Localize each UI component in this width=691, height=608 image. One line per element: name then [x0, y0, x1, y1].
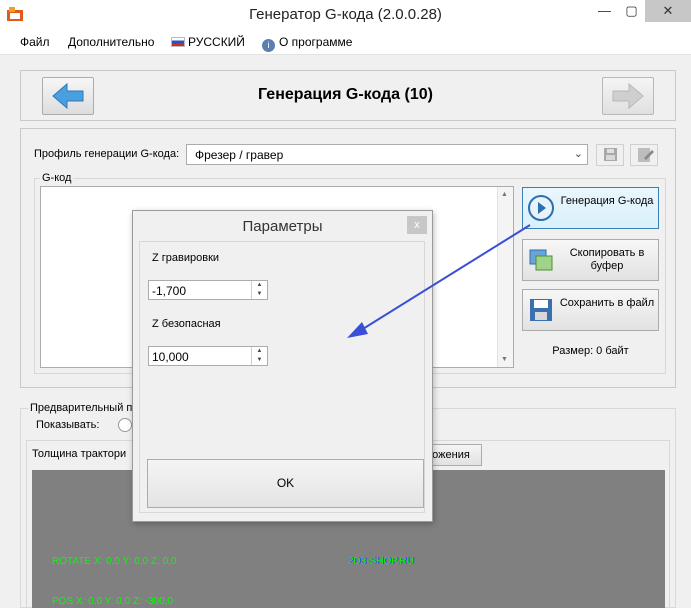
- profile-select[interactable]: Фрезер / гравер ⌄: [186, 144, 588, 165]
- minimize-button[interactable]: —: [590, 0, 619, 22]
- ok-button[interactable]: OK: [147, 459, 424, 508]
- z-safe-input[interactable]: 10,000 ▲ ▼: [148, 346, 268, 366]
- title-bar: Генератор G-кода (2.0.0.28) — ▢ ✕: [0, 0, 691, 30]
- russian-flag-icon: [171, 37, 185, 47]
- rotate-readout: ROTATE X: 0,0 Y: 0,0 Z: 0,0: [52, 556, 177, 567]
- scroll-up-icon: ▲: [501, 191, 508, 198]
- parameters-dialog: Параметры x Z гравировки -1,700 ▲ ▼ Z без…: [132, 210, 433, 522]
- spin-down-icon[interactable]: ▼: [252, 356, 267, 365]
- dialog-title: Параметры: [242, 218, 323, 235]
- z-safe-label: Z безопасная: [152, 318, 221, 330]
- generate-button[interactable]: Генерация G-кода: [522, 187, 659, 229]
- save-label: Сохранить в файл: [559, 297, 655, 309]
- pos-readout: POS X: 0,0 Y: 0,0 Z: -300,0: [52, 596, 173, 607]
- copy-label: Скопировать в буфер: [569, 247, 645, 272]
- z-engrave-label: Z гравировки: [152, 252, 220, 264]
- play-icon: [527, 194, 555, 222]
- copy-button[interactable]: Скопировать в буфер: [522, 239, 659, 281]
- generate-label: Генерация G-кода: [560, 195, 654, 207]
- z-safe-value: 10,000: [152, 350, 189, 364]
- center-watermark: 2D3-SHOP.RU: [348, 556, 414, 567]
- save-button[interactable]: Сохранить в файл: [522, 289, 659, 331]
- language-label: РУССКИЙ: [188, 35, 245, 49]
- profile-edit-button[interactable]: [630, 144, 658, 166]
- profile-selected: Фрезер / гравер: [195, 148, 284, 162]
- menu-about[interactable]: i О программе: [262, 35, 352, 52]
- spin-down-icon[interactable]: ▼: [252, 290, 267, 299]
- show-label: Показывать:: [36, 419, 100, 431]
- menu-bar: Файл Дополнительно РУССКИЙ i О программе: [0, 30, 691, 55]
- page-title: Генерация G-кода (10): [258, 86, 433, 103]
- window-title: Генератор G-кода (2.0.0.28): [249, 6, 442, 23]
- z-engrave-input[interactable]: -1,700 ▲ ▼: [148, 280, 268, 300]
- disk-icon: [604, 148, 617, 161]
- scroll-down-icon: ▼: [501, 356, 508, 363]
- gcode-group-label: G-код: [40, 172, 74, 184]
- close-button[interactable]: ✕: [645, 0, 691, 22]
- menu-file[interactable]: Файл: [20, 35, 50, 49]
- forward-button[interactable]: [602, 77, 654, 115]
- thickness-label: Толщина трактори: [32, 448, 127, 460]
- chevron-down-icon: ⌄: [573, 148, 583, 160]
- spin-up-icon[interactable]: ▲: [252, 347, 267, 356]
- info-icon: i: [262, 39, 275, 52]
- preview-group-label: Предварительный пр: [28, 402, 141, 414]
- z-engrave-spinner[interactable]: ▲ ▼: [251, 281, 267, 299]
- z-engrave-value: -1,700: [152, 284, 187, 298]
- edit-icon: [638, 148, 654, 162]
- copy-icon: [527, 246, 555, 274]
- floppy-icon: [527, 296, 555, 324]
- dialog-close-button[interactable]: x: [407, 216, 427, 234]
- profile-label: Профиль генерации G-кода:: [34, 148, 180, 160]
- maximize-button[interactable]: ▢: [617, 0, 646, 22]
- about-label: О программе: [279, 35, 353, 49]
- show-radio[interactable]: [118, 418, 132, 432]
- arrow-right-icon: [612, 82, 644, 110]
- menu-language[interactable]: РУССКИЙ: [171, 35, 245, 49]
- textarea-scrollbar[interactable]: ▲ ▼: [497, 187, 513, 367]
- size-label: Размер: 0 байт: [552, 345, 629, 357]
- menu-extra[interactable]: Дополнительно: [68, 35, 154, 49]
- spin-up-icon[interactable]: ▲: [252, 281, 267, 290]
- z-safe-spinner[interactable]: ▲ ▼: [251, 347, 267, 365]
- profile-save-button[interactable]: [596, 144, 624, 166]
